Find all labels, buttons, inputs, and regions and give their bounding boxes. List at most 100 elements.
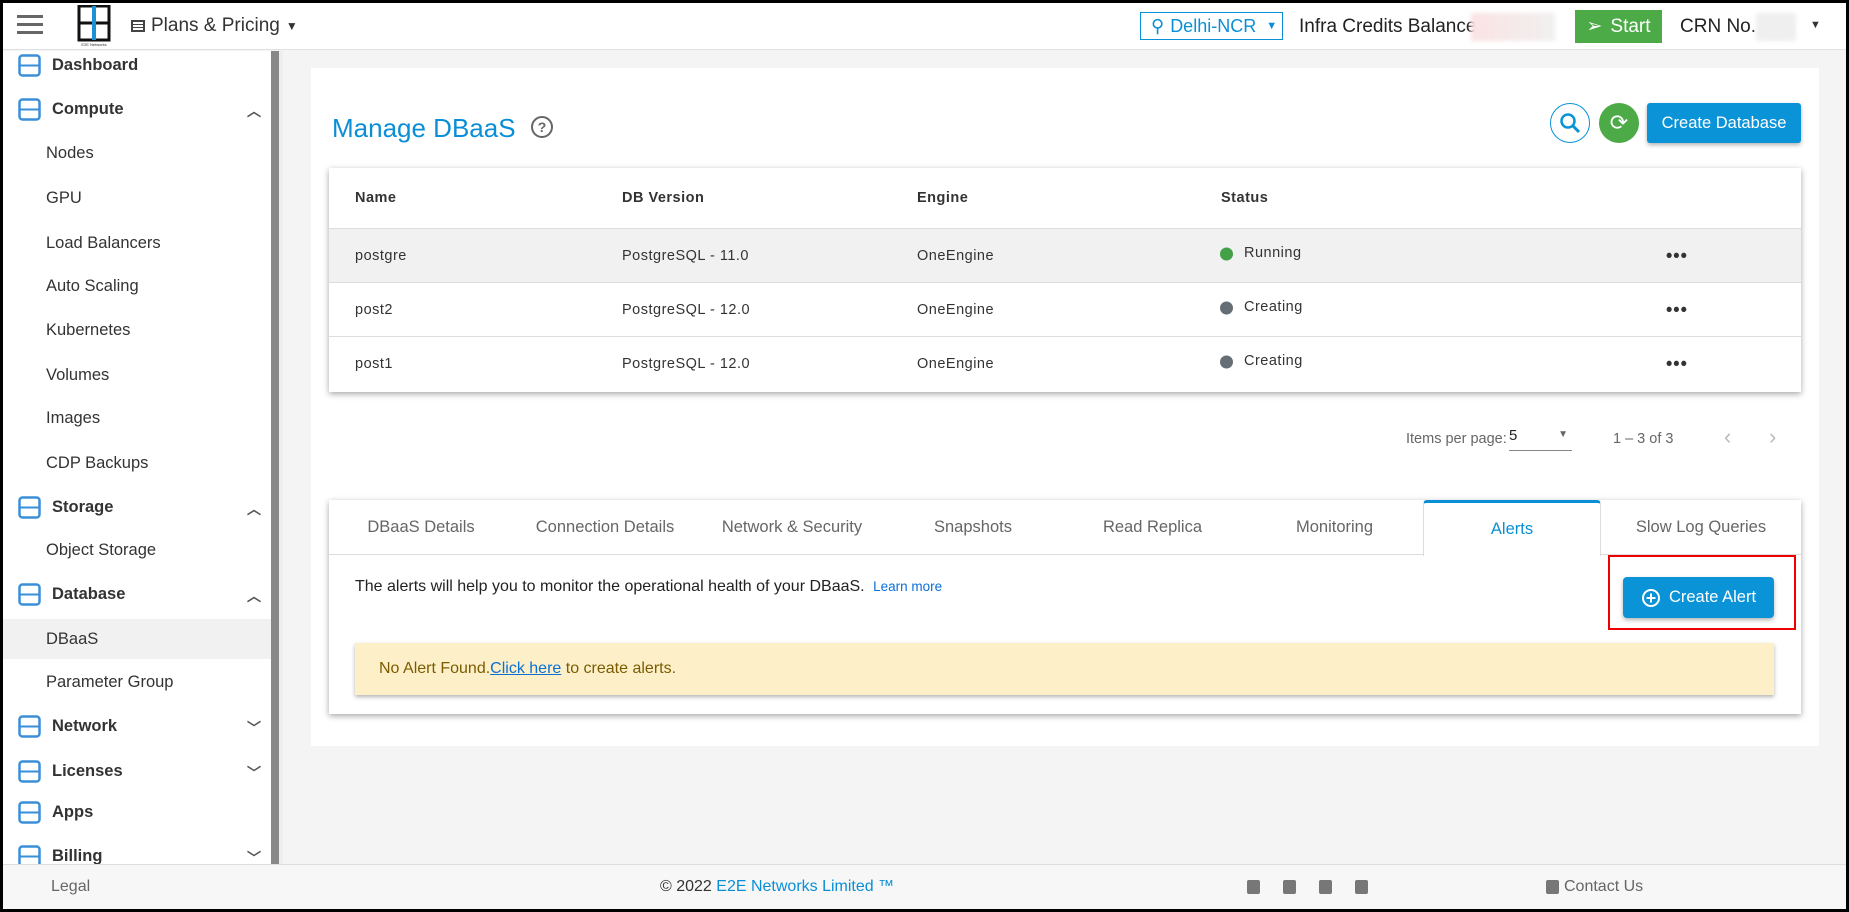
company-link[interactable]: E2E Networks Limited ™: [716, 878, 894, 895]
sidebar-item-cdp-backups[interactable]: CDP Backups: [3, 443, 271, 483]
credits-label: Infra Credits Balance: [1299, 16, 1477, 37]
sidebar-item-network[interactable]: Network ﹀: [3, 706, 271, 746]
status-text: Creating: [1244, 298, 1303, 315]
pagination-range: 1 – 3 of 3: [1613, 431, 1674, 447]
sidebar-item-billing[interactable]: Billing ﹀: [3, 836, 271, 864]
status-dot-icon: [1220, 355, 1233, 369]
create-alert-button[interactable]: Create Alert: [1623, 577, 1774, 618]
more-actions-icon[interactable]: •••: [1666, 299, 1688, 320]
table-row[interactable]: post1 PostgreSQL - 12.0 OneEngine Creati…: [329, 337, 1801, 391]
chevron-down-icon[interactable]: ﹀: [247, 718, 261, 738]
linkedin-icon[interactable]: [1247, 880, 1260, 894]
start-button[interactable]: ➢ Start: [1575, 10, 1662, 43]
items-per-page-label: Items per page:: [1406, 431, 1507, 447]
refresh-button[interactable]: ⟳: [1599, 103, 1639, 143]
db-name[interactable]: post2: [355, 302, 393, 318]
status-text: Running: [1244, 244, 1302, 261]
plans-pricing-menu[interactable]: Plans & Pricing ▼: [131, 15, 298, 37]
sidebar-item-object-storage[interactable]: Object Storage: [3, 530, 271, 570]
chevron-up-icon[interactable]: ︿: [247, 499, 261, 519]
sidebar-item-label: Database: [52, 584, 126, 603]
network-icon: [18, 715, 41, 738]
next-page-icon[interactable]: ›: [1769, 424, 1776, 450]
svg-text:E2E Networks: E2E Networks: [81, 42, 106, 47]
twitter-icon[interactable]: [1319, 880, 1332, 894]
caret-down-icon[interactable]: ▼: [1810, 19, 1821, 31]
sidebar-item-images[interactable]: Images: [3, 398, 271, 438]
sidebar-item-label: Licenses: [52, 761, 123, 780]
tab-read-replica[interactable]: Read Replica: [1059, 500, 1246, 555]
sidebar-item-kubernetes[interactable]: Kubernetes: [3, 310, 271, 350]
search-button[interactable]: [1550, 103, 1590, 143]
help-icon[interactable]: ?: [531, 116, 553, 138]
region-selector[interactable]: ⚲ Delhi-NCR ▼: [1140, 12, 1283, 40]
sidebar-item-dbaas[interactable]: DBaaS: [3, 619, 271, 659]
rocket-icon: [18, 801, 41, 824]
sidebar-item-label: Storage: [52, 497, 114, 516]
sidebar-item-auto-scaling[interactable]: Auto Scaling: [3, 266, 271, 306]
table-row[interactable]: postgre PostgreSQL - 11.0 OneEngine Runn…: [329, 229, 1801, 283]
sidebar-item-label: Images: [46, 408, 101, 427]
chevron-down-icon[interactable]: ﹀: [247, 763, 261, 783]
sidebar-item-compute[interactable]: Compute ︿: [3, 89, 271, 129]
sidebar-scroll-track: [279, 51, 283, 864]
more-actions-icon[interactable]: •••: [1666, 245, 1688, 266]
chevron-up-icon[interactable]: ︿: [247, 586, 261, 606]
sidebar-item-licenses[interactable]: Licenses ﹀: [3, 751, 271, 791]
tab-network-security[interactable]: Network & Security: [697, 500, 887, 555]
tab-monitoring[interactable]: Monitoring: [1246, 500, 1423, 555]
table-row[interactable]: post2 PostgreSQL - 12.0 OneEngine Creati…: [329, 283, 1801, 337]
caret-down-icon: ▼: [1266, 20, 1278, 32]
credits-value-redacted: [1471, 13, 1555, 41]
sidebar-item-label: Parameter Group: [46, 672, 174, 691]
hamburger-menu-icon[interactable]: [17, 11, 43, 37]
crn-menu[interactable]: CRN No.: [1680, 16, 1756, 38]
tab-snapshots[interactable]: Snapshots: [887, 500, 1059, 555]
prev-page-icon[interactable]: ‹: [1724, 424, 1731, 450]
tab-slow-log-queries[interactable]: Slow Log Queries: [1601, 500, 1801, 555]
crn-label: CRN No.: [1680, 16, 1757, 37]
db-engine: OneEngine: [917, 301, 995, 318]
click-here-link[interactable]: Click here: [490, 660, 561, 678]
contact-us-link[interactable]: Contact Us: [1564, 878, 1643, 896]
start-label: Start: [1610, 15, 1651, 37]
page-size-select[interactable]: 5 ▼: [1509, 427, 1572, 451]
tab-dbaas-details[interactable]: DBaaS Details: [329, 500, 513, 555]
page-size-value: 5: [1509, 427, 1518, 444]
column-header: Engine: [917, 190, 969, 206]
tab-connection-details[interactable]: Connection Details: [513, 500, 697, 555]
create-database-button[interactable]: Create Database: [1647, 103, 1801, 143]
sidebar-item-gpu[interactable]: GPU: [3, 178, 271, 218]
more-actions-icon[interactable]: •••: [1666, 354, 1688, 375]
db-engine: OneEngine: [917, 247, 995, 264]
sidebar-item-volumes[interactable]: Volumes: [3, 355, 271, 395]
db-name[interactable]: post1: [355, 356, 393, 372]
learn-more-link[interactable]: Learn more: [873, 579, 942, 594]
create-alert-label: Create Alert: [1668, 588, 1757, 606]
sidebar-item-parameter-group[interactable]: Parameter Group: [3, 662, 271, 702]
tab-alerts[interactable]: Alerts: [1423, 500, 1601, 556]
facebook-icon[interactable]: [1283, 880, 1296, 894]
sidebar-item-apps[interactable]: Apps: [3, 792, 271, 832]
crn-value-redacted: [1756, 13, 1796, 41]
legal-link[interactable]: Legal: [51, 878, 90, 896]
column-header: Status: [1221, 190, 1269, 206]
sidebar-item-load-balancers[interactable]: Load Balancers: [3, 223, 271, 263]
chevron-up-icon[interactable]: ︿: [247, 101, 261, 121]
e2e-logo[interactable]: E2E Networks: [76, 4, 112, 47]
detail-panel: DBaaS Details Connection Details Network &…: [329, 500, 1801, 714]
sidebar-item-dashboard[interactable]: Dashboard: [3, 51, 271, 85]
sidebar-item-database[interactable]: Database ︿: [3, 574, 271, 614]
server-icon: [18, 98, 41, 121]
sidebar-item-label: Network: [52, 716, 118, 735]
db-name[interactable]: postgre: [355, 248, 407, 264]
alerts-description-text: The alerts will help you to monitor the …: [355, 578, 865, 595]
rss-icon[interactable]: [1355, 880, 1368, 894]
status-dot-icon: [1220, 301, 1233, 314]
sidebar-item-nodes[interactable]: Nodes: [3, 133, 271, 173]
chevron-down-icon[interactable]: ﹀: [247, 848, 261, 864]
sidebar-item-label: Compute: [52, 99, 124, 118]
notice-suffix: to create alerts.: [561, 660, 677, 677]
sidebar-item-storage[interactable]: Storage ︿: [3, 487, 271, 527]
sidebar-scrollbar[interactable]: [271, 51, 279, 864]
